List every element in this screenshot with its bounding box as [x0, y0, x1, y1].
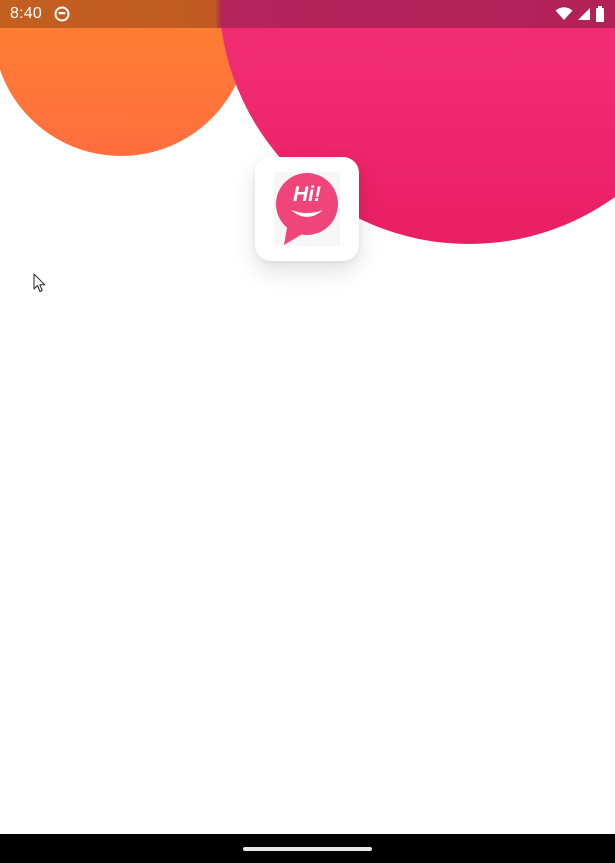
cell-signal-icon: [577, 7, 591, 21]
wifi-icon: [555, 7, 573, 21]
gesture-home-handle[interactable]: [243, 847, 372, 851]
mouse-cursor-icon: [33, 273, 47, 293]
battery-icon: [595, 6, 605, 22]
app-logo-card: Hi!: [255, 157, 359, 261]
status-time: 8:40: [10, 5, 42, 22]
logo-text: Hi!: [293, 183, 321, 206]
chat-bubble-smile-icon: Hi!: [274, 172, 340, 246]
status-bar: 8:40: [0, 0, 615, 28]
splash-screen: 8:40 Hi!: [0, 0, 615, 863]
status-icons: [555, 6, 605, 22]
navigation-bar: [0, 834, 615, 863]
notification-app-icon: [54, 6, 70, 22]
